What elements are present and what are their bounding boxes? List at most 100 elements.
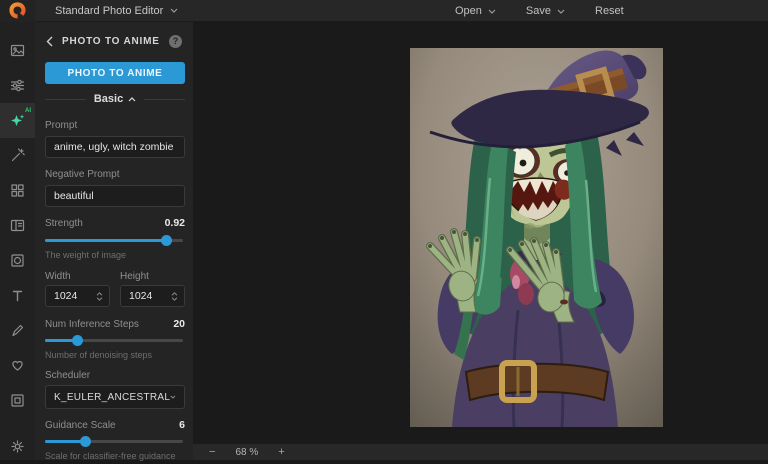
width-spin-buttons[interactable] bbox=[96, 292, 109, 301]
zombie-witch-illustration bbox=[410, 48, 663, 427]
canvas-image bbox=[410, 48, 663, 427]
image-icon bbox=[9, 42, 26, 59]
canvas-area bbox=[193, 22, 768, 443]
text-icon bbox=[9, 287, 26, 304]
scheduler-select[interactable]: K_EULER_ANCESTRAL bbox=[45, 385, 185, 409]
slider-track bbox=[45, 339, 183, 342]
help-icon[interactable]: ? bbox=[169, 35, 182, 48]
layout-panel-icon bbox=[9, 217, 26, 234]
ai-badge: AI bbox=[25, 108, 31, 114]
negative-prompt-input[interactable] bbox=[45, 185, 185, 207]
prompt-label: Prompt bbox=[45, 120, 77, 131]
slider-track bbox=[45, 440, 183, 443]
steps-slider[interactable] bbox=[45, 334, 183, 346]
strength-row: Strength 0.92 bbox=[45, 217, 185, 229]
guidance-row: Guidance Scale 6 bbox=[45, 419, 185, 431]
chevron-up-icon bbox=[128, 97, 136, 102]
steps-row: Num Inference Steps 20 bbox=[45, 318, 185, 330]
heart-icon bbox=[9, 357, 26, 374]
scheduler-label: Scheduler bbox=[45, 370, 90, 381]
section-label: Basic bbox=[94, 93, 123, 105]
tool-rail: AI bbox=[0, 22, 35, 460]
strength-label: Strength bbox=[45, 218, 83, 229]
strength-slider[interactable] bbox=[45, 234, 183, 246]
top-menu-group: Open Save Reset bbox=[455, 0, 624, 22]
height-stepper[interactable] bbox=[120, 285, 185, 307]
rail-item-adjustments[interactable] bbox=[0, 68, 35, 103]
chevron-down-icon bbox=[557, 9, 565, 14]
rail-item-favorites[interactable] bbox=[0, 348, 35, 383]
rail-item-layout[interactable] bbox=[0, 208, 35, 243]
magic-wand-icon bbox=[9, 147, 26, 164]
slider-handle[interactable] bbox=[80, 436, 91, 447]
rail-item-ai-tools[interactable]: AI bbox=[0, 103, 35, 138]
rail-item-elements[interactable] bbox=[0, 173, 35, 208]
spin-up-icon[interactable] bbox=[96, 292, 103, 296]
zoom-in-button[interactable]: + bbox=[274, 447, 288, 458]
editor-mode-label: Standard Photo Editor bbox=[55, 5, 163, 17]
elements-grid-icon bbox=[9, 182, 26, 199]
panel-title: PHOTO TO ANIME bbox=[62, 36, 160, 47]
guidance-value: 6 bbox=[179, 419, 185, 431]
steps-help: Number of denoising steps bbox=[45, 350, 152, 360]
zoom-out-button[interactable]: − bbox=[205, 447, 219, 458]
scheduler-value: K_EULER_ANCESTRAL bbox=[54, 392, 170, 403]
height-label: Height bbox=[120, 271, 149, 282]
back-chevron-icon[interactable] bbox=[46, 36, 53, 47]
slider-fill bbox=[45, 440, 85, 443]
ai-sparkles-icon bbox=[9, 112, 26, 129]
basic-section-toggle[interactable]: Basic bbox=[45, 92, 185, 106]
height-spin-buttons[interactable] bbox=[171, 292, 184, 301]
panel-header: PHOTO TO ANIME ? bbox=[35, 22, 193, 60]
rail-item-settings[interactable] bbox=[0, 429, 35, 464]
border-frame-icon bbox=[9, 392, 26, 409]
photo-to-anime-button[interactable]: PHOTO TO ANIME bbox=[45, 62, 185, 84]
rail-item-border[interactable] bbox=[0, 383, 35, 418]
chevron-down-icon bbox=[170, 8, 178, 13]
divider bbox=[144, 99, 185, 100]
spin-down-icon[interactable] bbox=[171, 297, 178, 301]
open-menu[interactable]: Open bbox=[455, 5, 496, 17]
reset-button-label: Reset bbox=[595, 5, 624, 17]
editor-mode-tab[interactable]: Standard Photo Editor bbox=[35, 0, 192, 22]
reset-button[interactable]: Reset bbox=[595, 5, 624, 17]
status-bar: − 68 % + bbox=[193, 443, 768, 460]
open-menu-label: Open bbox=[455, 5, 482, 17]
width-label: Width bbox=[45, 271, 71, 282]
guidance-label: Guidance Scale bbox=[45, 420, 116, 431]
spin-down-icon[interactable] bbox=[96, 297, 103, 301]
rail-item-image[interactable] bbox=[0, 33, 35, 68]
save-menu[interactable]: Save bbox=[526, 5, 565, 17]
save-menu-label: Save bbox=[526, 5, 551, 17]
spin-up-icon[interactable] bbox=[171, 292, 178, 296]
steps-label: Num Inference Steps bbox=[45, 319, 139, 330]
prompt-input[interactable] bbox=[45, 136, 185, 158]
negative-prompt-label: Negative Prompt bbox=[45, 169, 119, 180]
rail-item-draw[interactable] bbox=[0, 313, 35, 348]
flame-logo-icon bbox=[8, 1, 27, 20]
guidance-slider[interactable] bbox=[45, 435, 183, 447]
rail-item-retouch[interactable] bbox=[0, 138, 35, 173]
gear-icon bbox=[9, 438, 26, 455]
width-stepper[interactable] bbox=[45, 285, 110, 307]
chevron-down-icon bbox=[488, 9, 496, 14]
photo-to-anime-panel: PHOTO TO ANIME ? PHOTO TO ANIME Basic Pr… bbox=[35, 22, 193, 460]
divider bbox=[45, 99, 86, 100]
pen-icon bbox=[9, 322, 26, 339]
strength-value: 0.92 bbox=[165, 217, 185, 229]
zoom-level[interactable]: 68 % bbox=[235, 447, 258, 458]
frame-mask-icon bbox=[9, 252, 26, 269]
adjustments-icon bbox=[9, 77, 26, 94]
strength-help: The weight of image bbox=[45, 250, 126, 260]
rail-item-frame[interactable] bbox=[0, 243, 35, 278]
slider-handle[interactable] bbox=[161, 235, 172, 246]
height-input[interactable] bbox=[121, 290, 171, 302]
slider-handle[interactable] bbox=[72, 335, 83, 346]
slider-fill bbox=[45, 239, 166, 242]
rail-item-text[interactable] bbox=[0, 278, 35, 313]
top-bar: Standard Photo Editor Open Save Reset bbox=[0, 0, 768, 22]
steps-value: 20 bbox=[173, 318, 185, 330]
chevron-down-icon bbox=[170, 394, 176, 400]
app-logo[interactable] bbox=[0, 0, 35, 22]
width-input[interactable] bbox=[46, 290, 96, 302]
